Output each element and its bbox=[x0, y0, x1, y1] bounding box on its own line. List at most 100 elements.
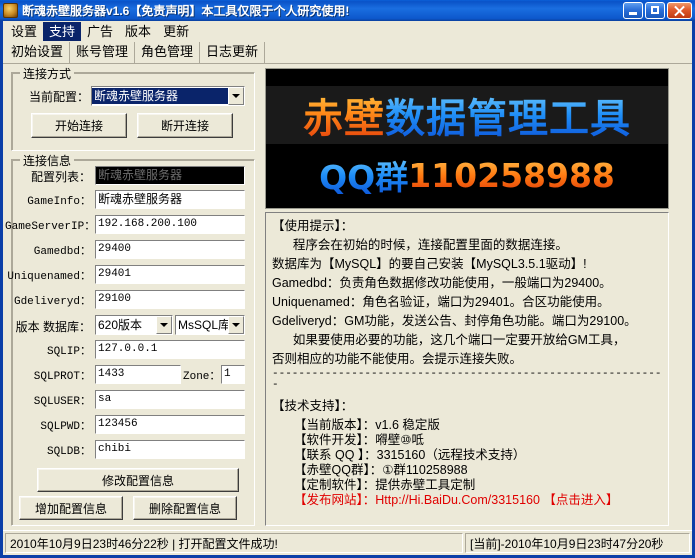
support-row: 【联系 QQ 】：3315160（远程技术支持） bbox=[294, 448, 662, 463]
connection-method-title: 连接方式 bbox=[20, 65, 74, 82]
support-value: 提供赤壁工具定制 bbox=[375, 478, 475, 492]
menu-item-ads[interactable]: 广告 bbox=[81, 22, 119, 41]
help-line: Uniquenamed：角色名验证，端口为29401。合区功能使用。 bbox=[272, 293, 662, 312]
sqlpwd-input[interactable]: 123456 bbox=[95, 415, 245, 434]
gdeliveryd-label: Gdeliveryd： bbox=[5, 295, 91, 309]
menu-item-support[interactable]: 支持 bbox=[43, 22, 81, 41]
help-line: 如果要使用必要的功能，这几个端口一定要开放给GM工具， bbox=[272, 331, 662, 350]
help-line: 【使用提示】： bbox=[272, 217, 662, 236]
window-controls bbox=[623, 2, 695, 19]
sqlpwd-label: SQLPWD： bbox=[5, 420, 91, 434]
help-line: 程序会在初始的时候，连接配置里面的数据连接。 bbox=[272, 236, 662, 255]
gamedbd-input[interactable]: 29400 bbox=[95, 240, 245, 259]
close-button[interactable] bbox=[667, 2, 692, 19]
support-value: ①群110258988 bbox=[382, 463, 467, 477]
website-link[interactable]: Http://Hi.BaiDu.Com/3315160 【点击进入】 bbox=[375, 493, 618, 507]
support-row: 【软件开发】：嘚壁⑩呧 bbox=[294, 433, 662, 448]
help-line: 数据库为【MySQL】的要自己安装【MySQL3.5.1驱动】! bbox=[272, 255, 662, 274]
disconnect-button[interactable]: 断开连接 bbox=[137, 113, 233, 138]
support-key: 【软件开发】： bbox=[294, 433, 375, 447]
support-value: v1.6 稳定版 bbox=[375, 418, 440, 432]
chevron-down-icon[interactable] bbox=[228, 87, 244, 105]
connection-info-title: 连接信息 bbox=[20, 152, 74, 169]
version-db-label: 版本 数据库： bbox=[5, 320, 91, 334]
support-key: 【发布网站】： bbox=[294, 493, 375, 507]
tab-strip: 初始设置 账号管理 角色管理 日志更新 bbox=[3, 41, 692, 64]
sqlip-input[interactable]: 127.0.0.1 bbox=[95, 340, 245, 359]
gameinfo-input[interactable]: 断魂赤壁服务器 bbox=[95, 190, 245, 209]
current-config-label: 当前配置： bbox=[15, 90, 89, 104]
sqlprot-input[interactable]: 1433 bbox=[95, 365, 181, 384]
zone-input[interactable]: 1 bbox=[221, 365, 245, 384]
support-row: 【定制软件】：提供赤壁工具定制 bbox=[294, 478, 662, 493]
config-list-item[interactable]: 断魂赤壁服务器 bbox=[98, 168, 182, 182]
current-config-combobox[interactable]: 断魂赤壁服务器 bbox=[91, 86, 245, 106]
support-key: 【定制软件】： bbox=[294, 478, 375, 492]
banner-qq-prefix: QQ群 bbox=[319, 151, 408, 199]
banner-title-blue: 数据管理工具 bbox=[385, 86, 631, 144]
tab-account-management[interactable]: 账号管理 bbox=[70, 42, 135, 63]
help-text-panel: 【使用提示】： 程序会在初始的时候，连接配置里面的数据连接。 数据库为【MySQ… bbox=[265, 212, 669, 526]
banner-qq: QQ群110258988 bbox=[266, 153, 668, 197]
sqluser-input[interactable]: sa bbox=[95, 390, 245, 409]
help-line: Gamedbd：负责角色数据修改功能使用，一般端口为29400。 bbox=[272, 274, 662, 293]
help-line: Gdeliveryd：GM功能，发送公告、封停角色功能。端口为29100。 bbox=[272, 312, 662, 331]
uniquenamed-input[interactable]: 29401 bbox=[95, 265, 245, 284]
zone-label: Zone： bbox=[183, 370, 219, 384]
support-title: 【技术支持】： bbox=[272, 397, 662, 416]
sqldb-input[interactable]: chibi bbox=[95, 440, 245, 459]
menu-item-settings[interactable]: 设置 bbox=[5, 22, 43, 41]
sqluser-label: SQLUSER： bbox=[5, 395, 91, 409]
gdeliveryd-input[interactable]: 29100 bbox=[95, 290, 245, 309]
menu-item-version[interactable]: 版本 bbox=[119, 22, 157, 41]
minimize-button[interactable] bbox=[623, 2, 643, 19]
support-key: 【当前版本】： bbox=[294, 418, 375, 432]
banner-title: 赤壁数据管理工具 bbox=[266, 86, 668, 144]
tab-role-management[interactable]: 角色管理 bbox=[135, 42, 200, 63]
uniquenamed-label: Uniquenamed： bbox=[5, 270, 91, 284]
support-row-website[interactable]: 【发布网站】：Http://Hi.BaiDu.Com/3315160 【点击进入… bbox=[294, 493, 662, 508]
gamedbd-label: Gamedbd： bbox=[5, 245, 91, 259]
app-icon bbox=[3, 3, 18, 18]
start-connection-button[interactable]: 开始连接 bbox=[31, 113, 127, 138]
content-area: 连接方式 当前配置： 断魂赤壁服务器 开始连接 断开连接 连接信息 配置列表： … bbox=[3, 64, 692, 530]
banner-qq-number: 110258988 bbox=[408, 156, 615, 195]
help-line: 否则相应的功能不能使用。会提示连接失败。 bbox=[272, 350, 662, 369]
chevron-down-icon[interactable] bbox=[228, 316, 244, 334]
support-row: 【当前版本】：v1.6 稳定版 bbox=[294, 418, 662, 433]
gameinfo-label: GameInfo： bbox=[9, 195, 91, 209]
menu-item-update[interactable]: 更新 bbox=[157, 22, 195, 41]
help-divider: ----------------------------------------… bbox=[272, 369, 662, 391]
sqldb-label: SQLDB： bbox=[5, 445, 91, 459]
chevron-down-icon[interactable] bbox=[156, 316, 172, 334]
gameserverip-input[interactable]: 192.168.200.100 bbox=[95, 215, 245, 234]
right-panel: 赤壁数据管理工具 QQ群110258988 【使用提示】： 程序会在初始的时候，… bbox=[263, 64, 692, 530]
database-combobox[interactable]: MsSQL库 bbox=[175, 315, 245, 335]
left-panel: 连接方式 当前配置： 断魂赤壁服务器 开始连接 断开连接 连接信息 配置列表： … bbox=[3, 64, 261, 530]
support-key: 【赤壁QQ群】： bbox=[294, 463, 382, 477]
support-key: 【联系 QQ 】： bbox=[294, 448, 377, 462]
sqlip-label: SQLIP： bbox=[5, 345, 91, 359]
banner-title-orange: 赤壁 bbox=[303, 86, 385, 144]
status-message: 2010年10月9日23时46分22秒 | 打开配置文件成功! bbox=[5, 533, 463, 553]
connection-method-group: 连接方式 bbox=[11, 72, 255, 151]
application-window: 断魂赤壁服务器v1.6【免责声明】本工具仅限于个人研究使用! 设置 支持 广告 … bbox=[0, 0, 695, 558]
title-bar: 断魂赤壁服务器v1.6【免责声明】本工具仅限于个人研究使用! bbox=[0, 0, 695, 21]
tab-log-update[interactable]: 日志更新 bbox=[200, 42, 265, 63]
config-list-label: 配置列表： bbox=[9, 170, 91, 184]
sqlprot-label: SQLPROT： bbox=[5, 370, 91, 384]
version-combobox[interactable]: 620版本 bbox=[95, 315, 173, 335]
tab-initial-settings[interactable]: 初始设置 bbox=[5, 42, 70, 63]
version-value: 620版本 bbox=[96, 317, 156, 333]
banner-image: 赤壁数据管理工具 QQ群110258988 bbox=[265, 68, 669, 209]
gameserverip-label: GameServerIP： bbox=[5, 220, 91, 234]
status-bar: 2010年10月9日23时46分22秒 | 打开配置文件成功! [当前]-201… bbox=[3, 530, 692, 555]
config-list-listbox[interactable]: 断魂赤壁服务器 bbox=[95, 166, 245, 185]
delete-config-button[interactable]: 删除配置信息 bbox=[133, 496, 237, 520]
menu-bar: 设置 支持 广告 版本 更新 bbox=[3, 21, 692, 41]
window-title: 断魂赤壁服务器v1.6【免责声明】本工具仅限于个人研究使用! bbox=[22, 2, 623, 19]
current-config-value: 断魂赤壁服务器 bbox=[92, 88, 228, 104]
add-config-button[interactable]: 增加配置信息 bbox=[19, 496, 123, 520]
modify-config-button[interactable]: 修改配置信息 bbox=[37, 468, 239, 492]
maximize-button[interactable] bbox=[645, 2, 665, 19]
